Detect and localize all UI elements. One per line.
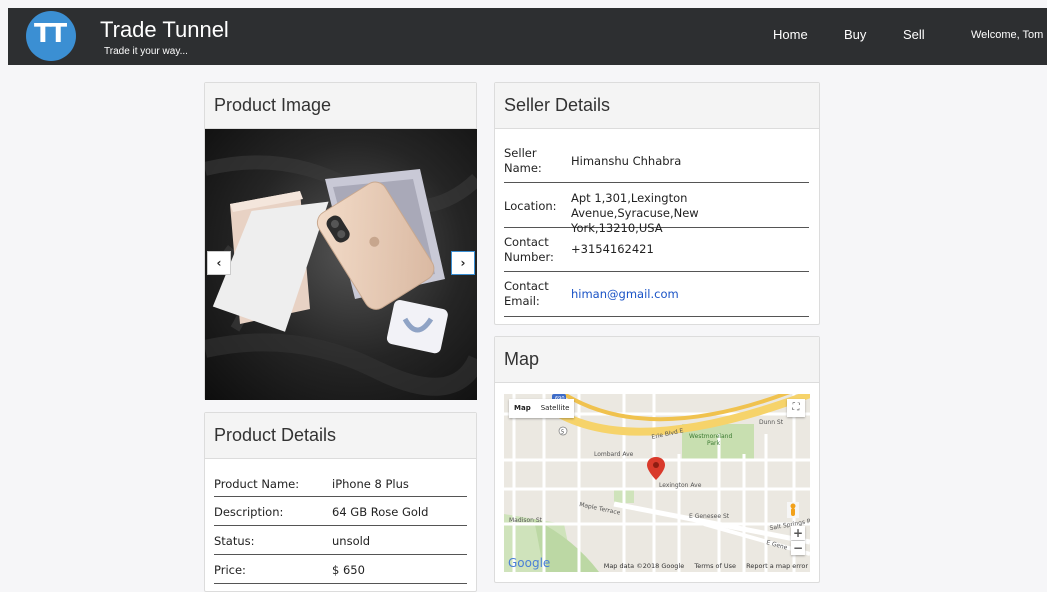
map-tiles: Erie Blvd E Westmoreland Park Lexington …	[504, 394, 810, 572]
contact-number-label-line2: Number:	[504, 250, 554, 264]
map-type-toggle: Map Satellite	[509, 399, 575, 418]
seller-name-value: Himanshu Chhabra	[571, 154, 682, 168]
google-logo-text: Google	[508, 556, 551, 570]
map-title: Map	[495, 337, 819, 383]
map-route-shield-2: 5	[561, 430, 564, 436]
seller-details-table: Seller Name: Himanshu Chhabra Location: …	[504, 138, 809, 317]
map-zoom-in-button[interactable]: +	[791, 526, 805, 540]
brand-name[interactable]: Trade Tunnel	[100, 17, 229, 43]
seller-details-title: Seller Details	[495, 83, 819, 129]
brand-tagline: Trade it your way...	[104, 46, 188, 57]
map-tab-satellite[interactable]: Satellite	[536, 399, 575, 417]
location-map[interactable]: Erie Blvd E Westmoreland Park Lexington …	[504, 394, 810, 572]
nav-home-link[interactable]: Home	[773, 27, 808, 42]
contact-number-label-line1: Contact	[504, 235, 549, 249]
logo-text: TT	[34, 19, 67, 49]
table-row: Seller Name: Himanshu Chhabra	[504, 138, 809, 183]
map-label-park: Westmoreland	[689, 433, 732, 440]
map-terms-link[interactable]: Terms of Use	[694, 562, 736, 570]
contact-number-label: Contact Number:	[504, 235, 554, 265]
contact-email-label-line2: Email:	[504, 294, 540, 308]
product-image-carousel[interactable]: ‹ ›	[205, 129, 477, 400]
table-row: Contact Email: himan@gmail.com	[504, 272, 809, 317]
product-name-value: iPhone 8 Plus	[332, 477, 409, 491]
table-row: Location: Apt 1,301,Lexington Avenue,Syr…	[504, 183, 809, 235]
map-label-madison: Madison St	[509, 517, 543, 524]
map-tab-map[interactable]: Map	[509, 399, 536, 417]
map-report-error-link[interactable]: Report a map error	[746, 562, 808, 570]
map-footer: Map data ©2018 Google Terms of Use Repor…	[596, 562, 808, 570]
map-data-attribution: Map data ©2018 Google	[603, 562, 685, 570]
carousel-next-button[interactable]: ›	[451, 251, 475, 275]
table-row: Price: $ 650	[214, 555, 467, 584]
status-label: Status:	[214, 534, 255, 548]
product-details-panel: Product Details Product Name: iPhone 8 P…	[204, 412, 477, 592]
location-value-line1: Apt 1,301,Lexington Avenue,Syracuse,New	[571, 191, 699, 220]
seller-name-label: Seller Name:	[504, 146, 542, 176]
nav-sell-link[interactable]: Sell	[903, 27, 925, 42]
map-label-genesee: E Genesee St	[689, 513, 730, 520]
product-image-panel: Product Image ‹ ›	[204, 82, 477, 400]
top-navbar: TT Trade Tunnel Trade it your way... Hom…	[8, 8, 1047, 65]
table-row: Contact Number: +3154162421	[504, 228, 809, 272]
table-row: Product Name: iPhone 8 Plus	[214, 471, 467, 497]
seller-details-panel: Seller Details Seller Name: Himanshu Chh…	[494, 82, 820, 325]
product-details-table: Product Name: iPhone 8 Plus Description:…	[214, 471, 467, 584]
contact-email-label: Contact Email:	[504, 279, 549, 309]
location-label: Location:	[504, 199, 557, 213]
contact-number-value: +3154162421	[571, 242, 654, 256]
map-panel: Map Erie Blvd E Westmoreland Park Lexing…	[494, 336, 820, 583]
description-value: 64 GB Rose Gold	[332, 505, 429, 519]
map-label-park-2: Park	[707, 440, 720, 447]
trade-tunnel-logo[interactable]: TT	[26, 11, 76, 61]
product-details-title: Product Details	[205, 413, 476, 459]
seller-name-label-line2: Name:	[504, 161, 542, 175]
table-row: Status: unsold	[214, 526, 467, 555]
price-value: $ 650	[332, 563, 365, 577]
google-logo: Google	[508, 556, 550, 570]
product-image-title: Product Image	[205, 83, 476, 129]
nav-buy-link[interactable]: Buy	[844, 27, 866, 42]
welcome-user-text[interactable]: Welcome, Tom	[971, 29, 1043, 41]
product-photo	[205, 129, 477, 400]
map-label-dunn: Dunn St	[759, 419, 784, 426]
map-label-lexington: Lexington Ave	[659, 482, 702, 489]
contact-email-label-line1: Contact	[504, 279, 549, 293]
map-label-lombard: Lombard Ave	[594, 451, 634, 458]
price-label: Price:	[214, 563, 246, 577]
product-name-label: Product Name:	[214, 477, 300, 491]
contact-email-link[interactable]: himan@gmail.com	[571, 287, 811, 302]
map-fullscreen-icon[interactable]: ⛶	[787, 399, 805, 417]
description-label: Description:	[214, 505, 284, 519]
carousel-prev-button[interactable]: ‹	[207, 251, 231, 275]
table-row: Description: 64 GB Rose Gold	[214, 497, 467, 526]
seller-name-label-line1: Seller	[504, 146, 537, 160]
map-zoom-out-button[interactable]: −	[791, 541, 805, 555]
status-value: unsold	[332, 534, 371, 548]
